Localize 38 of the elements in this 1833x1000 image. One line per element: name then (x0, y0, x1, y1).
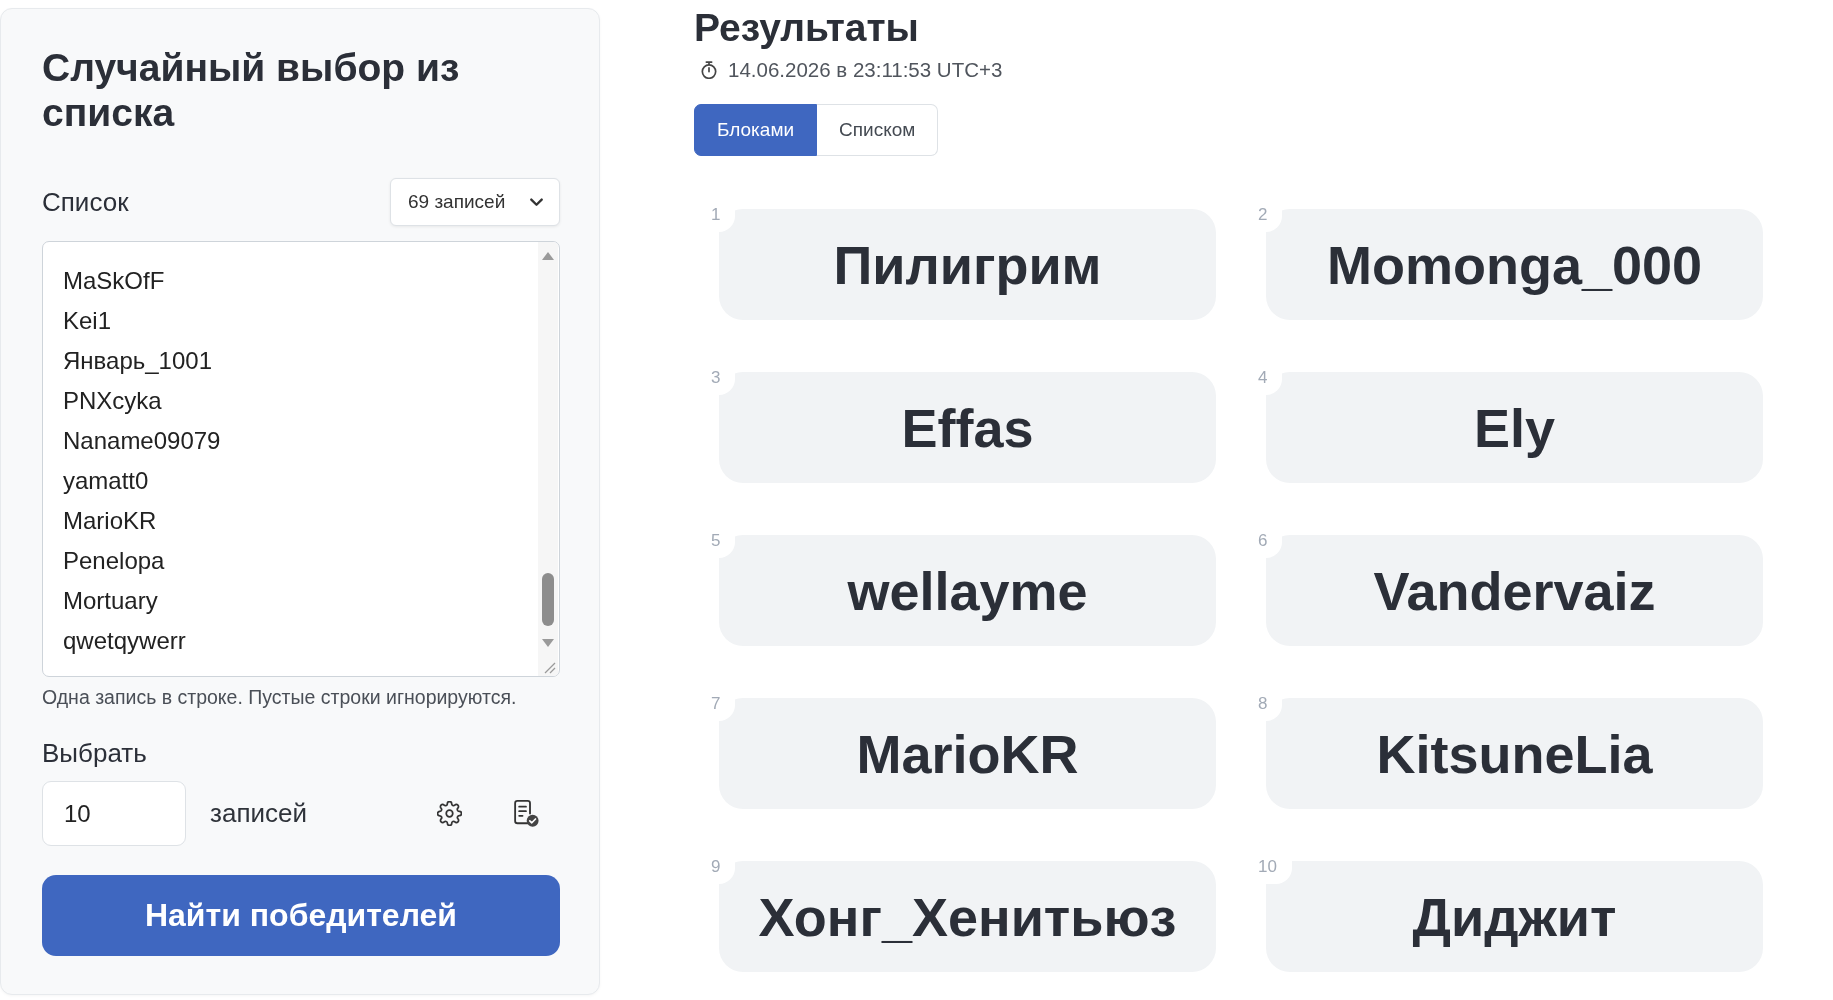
winner-card: Effas (719, 372, 1216, 483)
list-entry: qwetqywerr (63, 626, 186, 656)
list-entry: MarioKR (63, 506, 157, 536)
list-entry: PNXcyka (63, 386, 162, 416)
winner-card: Хонг_Хенитьюз (719, 861, 1216, 972)
stopwatch-icon (701, 61, 717, 79)
list-entry: Penelopa (63, 546, 165, 576)
winner-card: wellayme (719, 535, 1216, 646)
pick-label: Выбрать (42, 738, 147, 768)
list-entry: Mortuary (63, 586, 158, 616)
winner-card: Ely (1266, 372, 1763, 483)
winner-card: Пилигрим (719, 209, 1216, 320)
settings-icon[interactable] (437, 801, 462, 826)
results-title: Результаты (694, 7, 919, 49)
find-winners-button[interactable]: Найти победителей (42, 875, 560, 956)
view-tab[interactable]: Блоками (694, 104, 818, 156)
list-label: Список (42, 187, 129, 217)
winner-card: MarioKR (719, 698, 1216, 809)
hint-text: Одна запись в строке. Пустые строки игнорируются. (42, 686, 517, 709)
winner-card: KitsuneLia (1266, 698, 1763, 809)
timestamp-text: 14.06.2026 в 23:11:53 UTC+3 (728, 58, 1003, 82)
view-tab[interactable]: Списком (817, 104, 939, 156)
count-dropdown[interactable]: 69 записей (390, 178, 560, 226)
scrollbar[interactable] (538, 242, 558, 656)
list-entry: Kei1 (63, 306, 112, 336)
count-input[interactable]: 10 (42, 781, 186, 846)
panel-title: Случайный выбор из списка (42, 45, 461, 135)
list-entry: MaSkOfF (63, 266, 165, 296)
document-check-icon[interactable] (513, 800, 539, 827)
unit-label: записей (210, 798, 307, 829)
list-entry: Naname09079 (63, 426, 221, 456)
resize-grip-icon[interactable] (538, 656, 558, 676)
winner-card: Momonga_000 (1266, 209, 1763, 320)
winner-card: Vandervaiz (1266, 535, 1763, 646)
list-textarea[interactable]: MaSkOfF Kei1 Январь_1001 PNXcyka Naname09079 yamatt0 MarioKR Penelopa Mortuary qwetqywerr (42, 241, 560, 677)
chevron-down-icon (530, 197, 543, 207)
list-entry: Январь_1001 (63, 346, 212, 376)
list-entry: yamatt0 (63, 466, 149, 496)
